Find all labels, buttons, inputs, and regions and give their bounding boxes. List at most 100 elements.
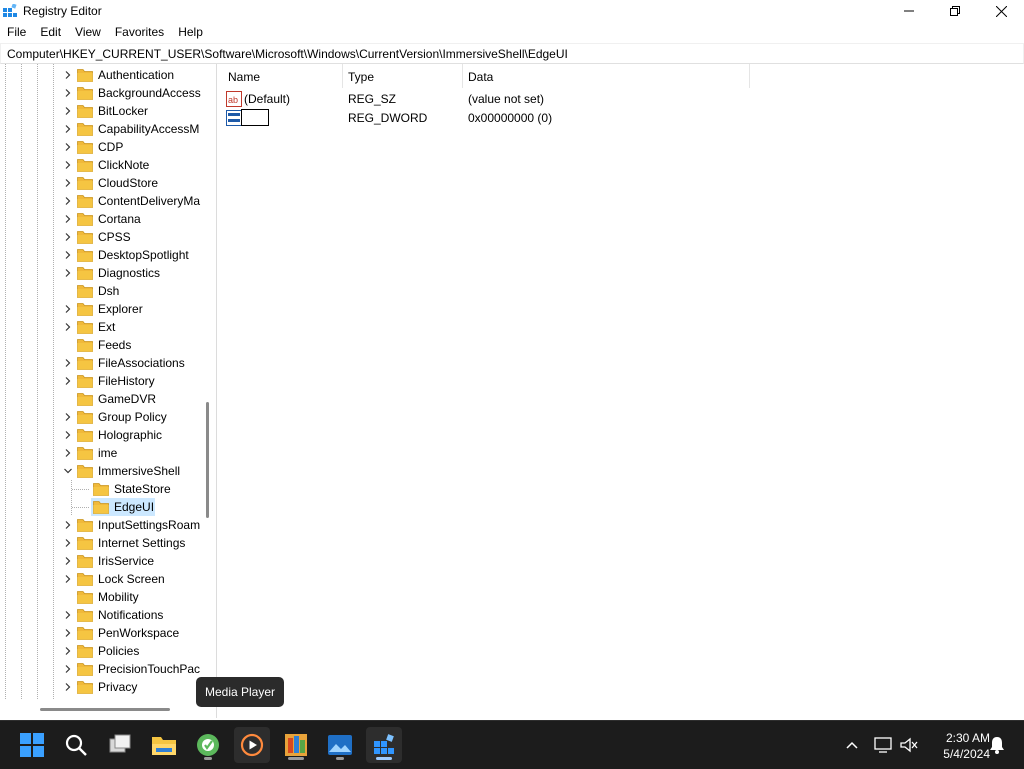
address-bar[interactable]: Computer\HKEY_CURRENT_USER\Software\Micr… bbox=[0, 43, 1024, 64]
key-tree-pane[interactable]: Authentication BackgroundAccess BitLocker C… bbox=[0, 64, 217, 718]
tree-item[interactable]: FileHistory bbox=[0, 372, 200, 390]
chevron-right-icon[interactable] bbox=[64, 251, 72, 259]
menu-help[interactable]: Help bbox=[171, 22, 210, 42]
tree-item[interactable]: StateStore bbox=[0, 480, 200, 498]
tree-item[interactable]: DesktopSpotlight bbox=[0, 246, 200, 264]
chevron-right-icon[interactable] bbox=[64, 179, 72, 187]
menu-view[interactable]: View bbox=[68, 22, 108, 42]
column-data-header[interactable]: Data bbox=[468, 70, 493, 84]
column-divider[interactable] bbox=[342, 64, 343, 88]
chevron-right-icon[interactable] bbox=[64, 197, 72, 205]
chevron-right-icon[interactable] bbox=[64, 125, 72, 133]
chevron-right-icon[interactable] bbox=[64, 683, 72, 691]
chevron-right-icon[interactable] bbox=[64, 629, 72, 637]
chevron-right-icon[interactable] bbox=[64, 557, 72, 565]
chevron-right-icon[interactable] bbox=[64, 431, 72, 439]
column-divider[interactable] bbox=[749, 64, 750, 88]
tree-item[interactable]: Ext bbox=[0, 318, 200, 336]
close-button[interactable] bbox=[978, 0, 1024, 22]
tree-item[interactable]: BackgroundAccess bbox=[0, 84, 201, 102]
tree-item[interactable]: ImmersiveShell bbox=[0, 462, 200, 480]
values-list-pane[interactable]: Name Type Data ab (Default) REG_SZ (valu… bbox=[220, 64, 1024, 718]
chevron-right-icon[interactable] bbox=[64, 575, 72, 583]
tree-item[interactable]: Group Policy bbox=[0, 408, 200, 426]
tree-item[interactable]: CPSS bbox=[0, 228, 200, 246]
column-divider[interactable] bbox=[462, 64, 463, 88]
tree-item[interactable]: CDP bbox=[0, 138, 200, 156]
address-path[interactable]: Computer\HKEY_CURRENT_USER\Software\Micr… bbox=[7, 47, 568, 61]
tree-item[interactable]: GameDVR bbox=[0, 390, 200, 408]
tree-item[interactable]: Authentication bbox=[0, 66, 200, 84]
office-app-button[interactable] bbox=[278, 727, 314, 763]
tree-horizontal-scrollbar[interactable] bbox=[0, 702, 200, 716]
tree-item[interactable]: Lock Screen bbox=[0, 570, 200, 588]
tree-item[interactable]: Dsh bbox=[0, 282, 200, 300]
tree-item[interactable]: Privacy bbox=[0, 678, 200, 696]
tree-item[interactable]: Holographic bbox=[0, 426, 200, 444]
chevron-right-icon[interactable] bbox=[64, 359, 72, 367]
file-explorer-button[interactable] bbox=[146, 727, 182, 763]
value-name-input[interactable] bbox=[241, 109, 269, 126]
tree-item[interactable]: ime bbox=[0, 444, 200, 462]
column-type-header[interactable]: Type bbox=[348, 70, 374, 84]
chevron-right-icon[interactable] bbox=[64, 413, 72, 421]
chevron-right-icon[interactable] bbox=[64, 161, 72, 169]
tree-item[interactable]: ClickNote bbox=[0, 156, 200, 174]
app-button[interactable] bbox=[190, 727, 226, 763]
task-view-button[interactable] bbox=[102, 727, 138, 763]
tree-item[interactable]: Internet Settings bbox=[0, 534, 200, 552]
restore-button[interactable] bbox=[932, 0, 978, 22]
scrollbar-thumb[interactable] bbox=[40, 708, 170, 711]
chevron-right-icon[interactable] bbox=[64, 143, 72, 151]
photos-app-button[interactable] bbox=[322, 727, 358, 763]
chevron-right-icon[interactable] bbox=[64, 521, 72, 529]
media-player-button[interactable] bbox=[234, 727, 270, 763]
menu-favorites[interactable]: Favorites bbox=[108, 22, 171, 42]
tree-item[interactable]: Cortana bbox=[0, 210, 200, 228]
tree-vertical-scrollbar[interactable] bbox=[202, 64, 214, 700]
chevron-right-icon[interactable] bbox=[64, 539, 72, 547]
tree-item[interactable]: Notifications bbox=[0, 606, 200, 624]
tree-item[interactable]: CapabilityAccessM bbox=[0, 120, 200, 138]
column-name-header[interactable]: Name bbox=[228, 70, 260, 84]
tree-item[interactable]: IrisService bbox=[0, 552, 200, 570]
chevron-right-icon[interactable] bbox=[64, 647, 72, 655]
chevron-right-icon[interactable] bbox=[64, 107, 72, 115]
chevron-down-icon[interactable] bbox=[64, 467, 72, 475]
title-bar[interactable]: Registry Editor bbox=[0, 0, 1024, 22]
tree-item[interactable]: InputSettingsRoam bbox=[0, 516, 200, 534]
chevron-right-icon[interactable] bbox=[64, 665, 72, 673]
notifications-button[interactable] bbox=[980, 727, 1014, 763]
minimize-button[interactable] bbox=[886, 0, 932, 22]
chevron-right-icon[interactable] bbox=[64, 305, 72, 313]
tree-item[interactable]: Mobility bbox=[0, 588, 200, 606]
menu-edit[interactable]: Edit bbox=[33, 22, 68, 42]
start-button[interactable] bbox=[14, 727, 50, 763]
show-hidden-icons-button[interactable] bbox=[834, 727, 870, 763]
tree-item[interactable]: Policies bbox=[0, 642, 200, 660]
tree-item[interactable]: FileAssociations bbox=[0, 354, 200, 372]
value-row[interactable]: REG_DWORD 0x00000000 (0) bbox=[220, 108, 820, 127]
chevron-right-icon[interactable] bbox=[64, 611, 72, 619]
tree-item[interactable]: Explorer bbox=[0, 300, 200, 318]
tree-item[interactable]: ContentDeliveryMa bbox=[0, 192, 200, 210]
search-button[interactable] bbox=[58, 727, 94, 763]
chevron-right-icon[interactable] bbox=[64, 71, 72, 79]
chevron-right-icon[interactable] bbox=[64, 323, 72, 331]
chevron-right-icon[interactable] bbox=[64, 377, 72, 385]
tree-item[interactable]: Feeds bbox=[0, 336, 200, 354]
menu-file[interactable]: File bbox=[0, 22, 33, 42]
chevron-right-icon[interactable] bbox=[64, 89, 72, 97]
chevron-right-icon[interactable] bbox=[64, 215, 72, 223]
tree-item[interactable]: CloudStore bbox=[0, 174, 200, 192]
value-row[interactable]: ab (Default) REG_SZ (value not set) bbox=[220, 89, 820, 108]
tree-item[interactable]: Diagnostics bbox=[0, 264, 200, 282]
chevron-right-icon[interactable] bbox=[64, 449, 72, 457]
chevron-right-icon[interactable] bbox=[64, 233, 72, 241]
scrollbar-thumb[interactable] bbox=[206, 402, 209, 518]
tree-item[interactable]: PenWorkspace bbox=[0, 624, 200, 642]
registry-editor-button[interactable] bbox=[366, 727, 402, 763]
tree-item[interactable]: BitLocker bbox=[0, 102, 200, 120]
tree-item[interactable]: EdgeUI bbox=[0, 498, 200, 516]
tree-item[interactable]: PrecisionTouchPac bbox=[0, 660, 200, 678]
